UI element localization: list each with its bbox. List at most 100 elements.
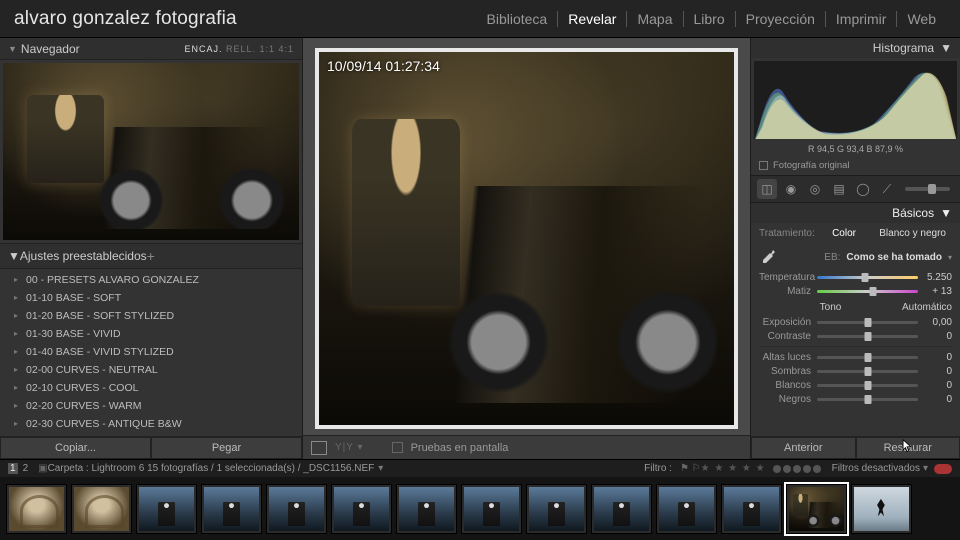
thumbnail-image — [594, 487, 649, 531]
module-web[interactable]: Web — [896, 11, 946, 27]
module-libro[interactable]: Libro — [683, 11, 735, 27]
slider-exposición[interactable]: Exposición0,00 — [751, 315, 960, 329]
thumbnail[interactable] — [721, 484, 782, 534]
color-filter-blue[interactable] — [803, 465, 811, 473]
histogram-header[interactable]: Histograma ▼ — [751, 38, 960, 58]
original-label: Fotografía original — [773, 160, 850, 171]
navigator-zoom-modes[interactable]: ENCAJ. RELL. 1:1 4:1 — [184, 44, 294, 54]
color-filter-red[interactable] — [773, 465, 781, 473]
paste-button[interactable]: Pegar — [151, 437, 302, 459]
tool-size-slider[interactable] — [905, 187, 950, 191]
loupe-view[interactable]: 10/09/14 01:27:34 — [315, 48, 738, 429]
previous-button[interactable]: Anterior — [751, 437, 856, 459]
preset-folder[interactable]: 02-00 CURVES - NEUTRAL — [0, 361, 302, 379]
filter-switch[interactable] — [934, 464, 952, 474]
photo-timestamp: 10/09/14 01:27:34 — [327, 58, 440, 74]
basics-header[interactable]: Básicos ▼ — [751, 203, 960, 223]
eyedropper-icon[interactable] — [759, 248, 777, 266]
reset-button[interactable]: Restaurar — [856, 437, 960, 459]
thumbnail[interactable] — [266, 484, 327, 534]
preset-folder[interactable]: 00 - PRESETS ALVARO GONZALEZ — [0, 271, 302, 289]
preset-folder[interactable]: 02-10 CURVES - COOL — [0, 379, 302, 397]
color-filter-purple[interactable] — [813, 465, 821, 473]
right-panel: Histograma ▼ R 94,5 G 93,4 B 87,9 % Foto… — [750, 38, 960, 459]
wb-value[interactable]: Como se ha tomado — [846, 252, 942, 263]
presets-list: 00 - PRESETS ALVARO GONZALEZ01-10 BASE -… — [0, 269, 302, 436]
dropdown-icon[interactable]: ▾ — [378, 463, 383, 474]
thumbnail[interactable] — [461, 484, 522, 534]
thumbnail[interactable] — [136, 484, 197, 534]
auto-tone-button[interactable]: Automático — [902, 302, 952, 313]
thumbnail[interactable] — [331, 484, 392, 534]
navigator-preview[interactable] — [3, 63, 299, 240]
rating-filter[interactable]: ★ ★ ★ ★ ★ — [701, 463, 766, 474]
chevron-down-icon: ▼ — [8, 44, 17, 54]
preset-folder[interactable]: 01-20 BASE - SOFT STYLIZED — [0, 307, 302, 325]
chevron-down-icon: ▼ — [940, 206, 952, 220]
display-pages[interactable]: 1 2 — [8, 463, 30, 474]
slider-altas-luces[interactable]: Altas luces0 — [751, 350, 960, 364]
radial-tool-icon[interactable]: ◯ — [853, 179, 873, 199]
treatment-bw[interactable]: Blanco y negro — [873, 227, 952, 240]
preset-folder[interactable]: 02-30 CURVES - ANTIQUE B&W — [0, 415, 302, 433]
dropdown-icon[interactable]: ▾ — [948, 253, 952, 262]
slider-contraste[interactable]: Contraste0 — [751, 329, 960, 343]
redeye-tool-icon[interactable]: ◎ — [805, 179, 825, 199]
module-revelar[interactable]: Revelar — [557, 11, 626, 27]
thumbnail[interactable] — [396, 484, 457, 534]
slider-temperatura[interactable]: Temperatura5.250 — [751, 270, 960, 284]
thumbnail-image — [204, 487, 259, 531]
brush-tool-icon[interactable]: ⟋ — [877, 179, 897, 199]
slider-matiz[interactable]: Matiz+ 13 — [751, 284, 960, 298]
histogram[interactable] — [754, 61, 957, 139]
module-biblioteca[interactable]: Biblioteca — [477, 11, 558, 27]
before-after-icon[interactable]: Y|Y ▾ — [335, 442, 364, 453]
thumbnail[interactable] — [6, 484, 67, 534]
color-filter-yellow[interactable] — [783, 465, 791, 473]
filters-off-label[interactable]: Filtros desactivados — [832, 463, 920, 474]
color-filter-green[interactable] — [793, 465, 801, 473]
tone-header: Tono Automático — [751, 298, 960, 315]
preset-folder[interactable]: 01-10 BASE - SOFT — [0, 289, 302, 307]
slider-negros[interactable]: Negros0 — [751, 392, 960, 406]
chevron-down-icon: ▼ — [8, 249, 20, 263]
navigator-image — [3, 63, 299, 240]
dropdown-icon[interactable]: ▾ — [923, 463, 928, 474]
slider-sombras[interactable]: Sombras0 — [751, 364, 960, 378]
preset-folder[interactable]: 01-40 BASE - VIVID STYLIZED — [0, 343, 302, 361]
soft-proof-checkbox[interactable] — [392, 442, 403, 453]
treatment-color[interactable]: Color — [826, 227, 862, 240]
copy-button[interactable]: Copiar... — [0, 437, 151, 459]
thumbnail[interactable] — [851, 484, 912, 534]
white-balance-row: EB: Como se ha tomado ▾ — [751, 244, 960, 270]
thumbnail[interactable] — [786, 484, 847, 534]
flag-filter-icon[interactable]: ⚑ ⚐ — [680, 463, 701, 474]
thumbnail[interactable] — [656, 484, 717, 534]
preset-folder[interactable]: 01-30 BASE - VIVID — [0, 325, 302, 343]
page-2[interactable]: 2 — [21, 463, 31, 474]
navigator-header[interactable]: ▼ Navegador ENCAJ. RELL. 1:1 4:1 — [0, 38, 302, 60]
gradient-tool-icon[interactable]: ▤ — [829, 179, 849, 199]
thumbnail-image — [74, 487, 129, 531]
plus-icon[interactable]: + — [147, 248, 155, 264]
presets-header[interactable]: ▼ Ajustes preestablecidos + — [0, 243, 302, 269]
left-bottom-buttons: Copiar... Pegar — [0, 436, 302, 459]
thumbnail[interactable] — [71, 484, 132, 534]
module-imprimir[interactable]: Imprimir — [825, 11, 897, 27]
module-mapa[interactable]: Mapa — [626, 11, 682, 27]
loupe-view-icon[interactable] — [311, 441, 327, 455]
module-proyección[interactable]: Proyección — [735, 11, 825, 27]
crop-tool-icon[interactable]: ◫ — [757, 179, 777, 199]
thumbnail[interactable] — [201, 484, 262, 534]
thumbnail[interactable] — [526, 484, 587, 534]
thumbnail-image — [529, 487, 584, 531]
page-1[interactable]: 1 — [8, 463, 18, 474]
original-photo-row: Fotografía original — [751, 158, 960, 175]
original-checkbox[interactable] — [759, 161, 768, 170]
filmstrip[interactable] — [0, 477, 960, 540]
breadcrumb[interactable]: Carpeta : Lightroom 6 15 fotografías / 1… — [48, 463, 375, 474]
slider-blancos[interactable]: Blancos0 — [751, 378, 960, 392]
preset-folder[interactable]: 02-20 CURVES - WARM — [0, 397, 302, 415]
thumbnail[interactable] — [591, 484, 652, 534]
spot-tool-icon[interactable]: ◉ — [781, 179, 801, 199]
